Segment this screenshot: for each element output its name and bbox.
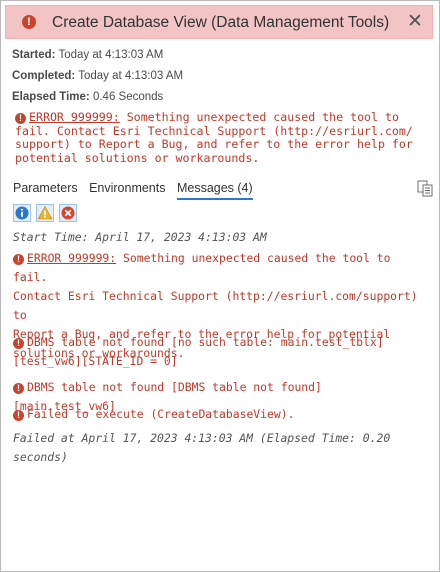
completed-value: Today at 4:13:03 AM <box>78 70 184 82</box>
error-code-link[interactable]: ERROR 999999: <box>29 110 120 124</box>
elapsed-label: Elapsed Time: <box>12 91 90 103</box>
error-icon: ! <box>13 338 24 349</box>
elapsed-row: Elapsed Time: 0.46 Seconds <box>12 91 163 103</box>
error-icon: ! <box>13 383 24 394</box>
elapsed-value: 0.46 Seconds <box>92 91 164 103</box>
warning-filter-icon <box>37 205 53 220</box>
message-failed-at: Failed at April 17, 2023 4:13:03 AM (Ela… <box>13 429 429 467</box>
tool-result-pane: ! Create Database View (Data Management … <box>0 0 440 572</box>
message-error-2-text: DBMS table not found [no such table: mai… <box>27 335 384 349</box>
started-value: Today at 4:13:03 AM <box>58 49 164 61</box>
message-start-time: Start Time: April 17, 2023 4:13:03 AM <box>13 230 267 244</box>
error-filter-button[interactable] <box>59 204 77 222</box>
info-filter-icon <box>15 206 29 220</box>
summary-error-line-4: potential solutions or workarounds. <box>15 150 260 165</box>
tab-environments[interactable]: Environments <box>89 181 165 198</box>
started-label: Started: <box>12 49 56 61</box>
tab-messages[interactable]: Messages (4) <box>176 181 253 200</box>
title-bar: ! Create Database View (Data Management … <box>5 5 433 39</box>
error-icon: ! <box>15 113 26 124</box>
message-error-1-line-1: ! ERROR 999999: Something unexpected caus… <box>13 249 429 287</box>
summary-error: ! ERROR 999999: Something unexpected caus… <box>15 110 425 165</box>
message-error-2: ! DBMS table not found [no such table: ma… <box>13 333 429 371</box>
message-failed-line-2: seconds) <box>13 450 68 464</box>
warning-filter-button[interactable] <box>36 204 54 222</box>
window-title: Create Database View (Data Management To… <box>52 14 390 31</box>
copy-icon[interactable] <box>417 180 433 197</box>
completed-row: Completed: Today at 4:13:03 AM <box>12 70 183 82</box>
close-button[interactable]: ✕ <box>404 10 426 34</box>
message-error-2-line-1: ! DBMS table not found [no such table: ma… <box>13 333 429 352</box>
summary-error-line-2: fail. Contact Esri Technical Support (ht… <box>15 123 413 138</box>
summary-error-line-3: support) to Report a Bug, and refer to t… <box>15 137 413 152</box>
error-code-link[interactable]: ERROR 999999: <box>27 251 116 265</box>
summary-error-line-1: ! ERROR 999999: Something unexpected caus… <box>15 110 425 125</box>
started-row: Started: Today at 4:13:03 AM <box>12 49 163 61</box>
tab-parameters[interactable]: Parameters <box>13 181 78 198</box>
error-icon: ! <box>13 254 24 265</box>
error-icon: ! <box>22 15 36 29</box>
tab-bar: Parameters Environments Messages (4) <box>13 179 260 201</box>
error-icon: ! <box>13 410 24 421</box>
message-failed-line-1: Failed at April 17, 2023 4:13:03 AM (Ela… <box>13 431 391 445</box>
info-filter-button[interactable] <box>13 204 31 222</box>
message-error-4-text: Failed to execute (CreateDatabaseView). <box>27 407 295 421</box>
message-error-1-line-2: Contact Esri Technical Support (http://e… <box>13 289 418 322</box>
message-error-2-line-2: [test_vw6][STATE_ID = 0] <box>13 354 178 368</box>
completed-label: Completed: <box>12 70 76 82</box>
summary-error-text-1: Something unexpected caused the tool to <box>119 110 399 124</box>
message-error-4: ! Failed to execute (CreateDatabaseView). <box>13 405 429 424</box>
error-filter-icon <box>61 206 75 220</box>
